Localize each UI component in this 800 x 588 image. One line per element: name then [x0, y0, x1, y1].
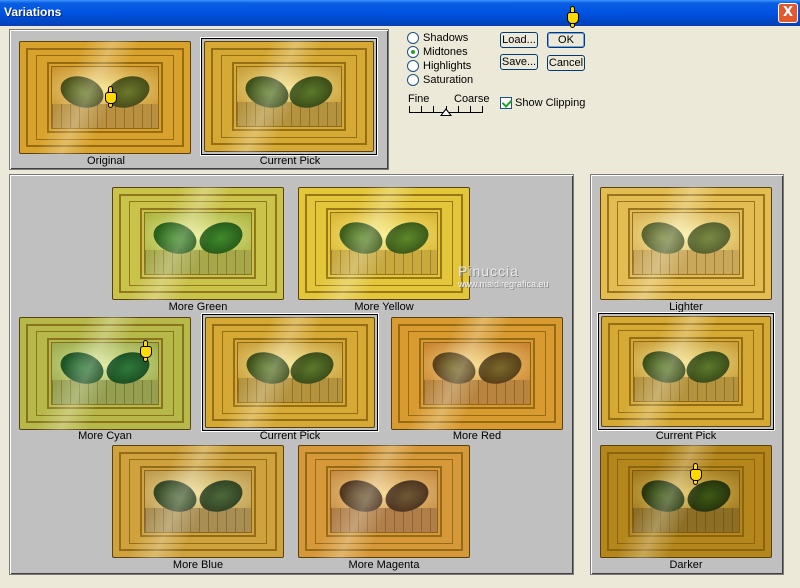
current-pick-thumbnail-brightness[interactable]	[598, 313, 774, 430]
slider-coarse-label: Coarse	[454, 93, 490, 105]
current-pick-thumbnail-top	[201, 38, 377, 155]
more-red-thumbnail[interactable]	[389, 315, 565, 432]
lighter-thumbnail[interactable]	[598, 185, 774, 302]
radio-shadows-label: Shadows	[423, 32, 469, 44]
load-button[interactable]: Load...	[500, 32, 538, 48]
hand-pointer-icon	[103, 86, 119, 108]
show-clipping-label: Show Clipping	[515, 97, 586, 109]
window-title: Variations	[4, 5, 62, 19]
hand-pointer-icon	[565, 6, 581, 28]
radio-midtones[interactable]: Midtones	[407, 45, 468, 59]
current-pick-thumbnail-center[interactable]	[202, 314, 378, 431]
slider-tick	[409, 106, 410, 112]
cancel-button[interactable]: Cancel	[547, 55, 585, 71]
current-pick-caption-center: Current Pick	[259, 430, 321, 442]
show-clipping-box	[500, 97, 512, 109]
radio-saturation[interactable]: Saturation	[407, 73, 473, 87]
slider-tick	[458, 106, 459, 112]
slider-tick	[470, 106, 471, 112]
more-magenta-caption: More Magenta	[348, 559, 420, 571]
more-blue-thumbnail[interactable]	[110, 443, 286, 560]
more-green-caption: More Green	[168, 301, 228, 313]
radio-shadows[interactable]: Shadows	[407, 31, 468, 45]
slider-tick	[433, 106, 434, 112]
hand-pointer-icon	[688, 463, 704, 485]
more-magenta-thumbnail[interactable]	[296, 443, 472, 560]
radio-midtones-label: Midtones	[423, 46, 468, 58]
more-red-caption: More Red	[452, 430, 502, 442]
more-yellow-thumbnail[interactable]	[296, 185, 472, 302]
radio-saturation-label: Saturation	[423, 74, 474, 86]
radio-highlights[interactable]: Highlights	[407, 59, 471, 73]
watermark: Pinuccia www.maidiregrafica.eu	[458, 263, 549, 289]
more-blue-caption: More Blue	[172, 559, 224, 571]
current-pick-caption-top: Current Pick	[259, 155, 321, 167]
radio-highlights-indicator	[407, 60, 419, 72]
slider-tick	[482, 106, 483, 112]
original-caption: Original	[87, 155, 125, 167]
darker-thumbnail[interactable]	[598, 443, 774, 560]
watermark-url: www.maidiregrafica.eu	[458, 279, 549, 289]
save-button[interactable]: Save...	[500, 54, 538, 70]
more-yellow-caption: More Yellow	[354, 301, 414, 313]
fine-coarse-slider-thumb[interactable]	[440, 108, 452, 116]
radio-shadows-indicator	[407, 32, 419, 44]
more-green-thumbnail[interactable]	[110, 185, 286, 302]
darker-caption: Darker	[669, 559, 703, 571]
slider-tick	[421, 106, 422, 112]
show-clipping-checkbox[interactable]: Show Clipping	[500, 97, 585, 109]
title-bar: Variations X	[0, 0, 800, 26]
more-cyan-thumbnail[interactable]	[17, 315, 193, 432]
ok-button[interactable]: OK	[547, 32, 585, 48]
watermark-name: Pinuccia	[458, 263, 519, 279]
radio-highlights-label: Highlights	[423, 60, 472, 72]
radio-saturation-indicator	[407, 74, 419, 86]
more-cyan-caption: More Cyan	[78, 430, 132, 442]
slider-fine-label: Fine	[408, 93, 430, 105]
lighter-caption: Lighter	[669, 301, 703, 313]
radio-midtones-indicator	[407, 46, 419, 58]
hand-pointer-icon	[138, 340, 154, 362]
close-button[interactable]: X	[778, 3, 798, 23]
current-pick-caption-brightness: Current Pick	[655, 430, 717, 442]
